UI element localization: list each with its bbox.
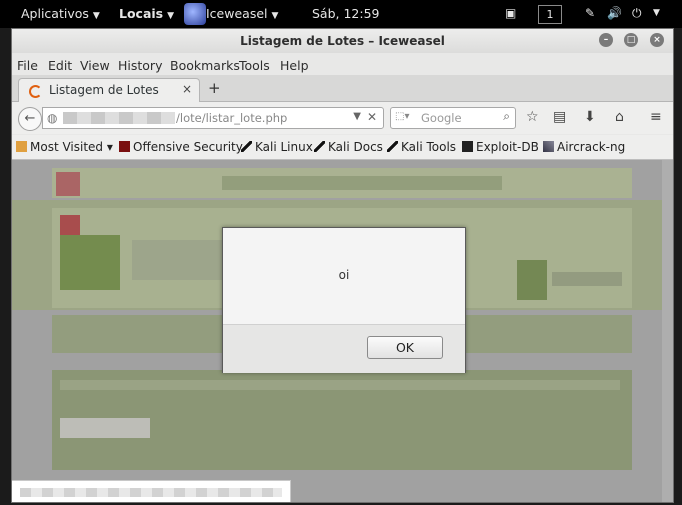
menu-history[interactable]: History <box>118 58 162 73</box>
new-tab-icon[interactable]: + <box>208 79 221 97</box>
chevron-down-icon: ▼ <box>271 11 279 21</box>
menu-file[interactable]: File <box>17 58 38 73</box>
applications-menu[interactable]: Aplicativos ▼ <box>21 6 100 21</box>
bookmark-offensive-security[interactable]: Offensive Security <box>119 140 243 154</box>
ok-button[interactable]: OK <box>367 336 443 359</box>
workspace-indicator[interactable]: 1 <box>538 5 562 24</box>
window-titlebar: Listagem de Lotes – Iceweasel – □ × <box>12 29 673 53</box>
search-bar[interactable]: ⬚▾ Google ⌕ <box>390 107 516 129</box>
applications-label: Aplicativos <box>21 6 89 21</box>
exploit-db-icon <box>462 141 473 152</box>
bookmark-label: Most Visited ▾ <box>30 140 113 154</box>
kali-dragon-icon <box>314 141 325 152</box>
status-bar <box>12 480 291 502</box>
menu-tools[interactable]: Tools <box>239 58 270 73</box>
active-app-menu[interactable]: Iceweasel ▼ <box>206 6 278 21</box>
active-app-label: Iceweasel <box>206 6 268 21</box>
stop-icon[interactable]: ✕ <box>367 110 377 124</box>
redacted-status-text <box>20 488 282 497</box>
kali-dragon-icon <box>387 141 398 152</box>
back-icon[interactable]: ← <box>18 107 42 131</box>
gnome-top-bar: Aplicativos ▼ Locais ▼ Iceweasel ▼ Sáb, 12:… <box>0 0 682 28</box>
iceweasel-app-icon <box>184 3 206 25</box>
tab-strip: Listagem de Lotes × + <box>12 75 673 102</box>
menu-edit[interactable]: Edit <box>48 58 72 73</box>
chevron-down-icon[interactable]: ▼ <box>653 8 660 18</box>
downloads-icon[interactable]: ⬇ <box>584 109 596 125</box>
bookmark-exploit-db[interactable]: Exploit-DB <box>462 140 539 154</box>
browser-window: Listagem de Lotes – Iceweasel – □ × File… <box>11 28 674 503</box>
home-icon[interactable]: ⌂ <box>615 109 624 125</box>
bookmark-label: Kali Docs <box>328 140 383 154</box>
bookmark-kali-tools[interactable]: Kali Tools <box>387 140 456 154</box>
hamburger-menu-icon[interactable]: ≡ <box>650 109 662 125</box>
close-icon[interactable]: × <box>650 33 664 47</box>
menu-bookmarks[interactable]: Bookmarks <box>170 58 240 73</box>
tab-title: Listagem de Lotes <box>49 83 159 97</box>
bookmarks-toolbar: Most Visited ▾ Offensive Security Kali L… <box>12 135 673 160</box>
volume-icon[interactable]: 🔊 <box>607 6 622 20</box>
search-engine-icon[interactable]: ⬚▾ <box>395 111 409 122</box>
redacted-host <box>63 112 175 124</box>
tab-close-icon[interactable]: × <box>182 82 192 96</box>
places-label: Locais <box>119 6 164 21</box>
camera-icon[interactable]: ▣ <box>505 6 516 20</box>
search-placeholder: Google <box>421 111 462 125</box>
alert-dialog: oi OK <box>222 227 466 373</box>
bookmark-label: Kali Linux <box>255 140 313 154</box>
search-icon[interactable]: ⌕ <box>503 109 510 124</box>
bookmark-star-icon[interactable]: ☆ <box>526 109 539 125</box>
window-title: Listagem de Lotes – Iceweasel <box>240 34 445 48</box>
chevron-down-icon: ▼ <box>92 11 100 21</box>
clock[interactable]: Sáb, 12:59 <box>312 6 380 21</box>
menu-view[interactable]: View <box>80 58 110 73</box>
page-content: oi OK <box>12 160 673 502</box>
chevron-down-icon: ▼ <box>167 11 175 21</box>
maximize-icon[interactable]: □ <box>624 33 638 47</box>
url-dropdown-icon[interactable]: ▼ <box>353 111 361 122</box>
url-text: /lote/listar_lote.php <box>176 111 288 125</box>
bookmark-most-visited[interactable]: Most Visited ▾ <box>16 140 113 154</box>
places-menu[interactable]: Locais ▼ <box>119 6 174 21</box>
kali-dragon-icon <box>241 141 252 152</box>
bookmark-kali-linux[interactable]: Kali Linux <box>241 140 313 154</box>
bookmark-aircrack-ng[interactable]: Aircrack-ng <box>543 140 625 154</box>
tab-listagem-de-lotes[interactable]: Listagem de Lotes × <box>18 78 200 102</box>
bookmark-label: Exploit-DB <box>476 140 539 154</box>
loading-spinner-icon <box>29 85 42 98</box>
offsec-icon <box>119 141 130 152</box>
network-icon[interactable]: ✎ <box>585 6 595 20</box>
aircrack-icon <box>543 141 554 152</box>
alert-button-row: OK <box>223 324 465 373</box>
minimize-icon[interactable]: – <box>599 33 613 47</box>
navigation-toolbar: ← ◍ /lote/listar_lote.php ▼ ✕ ⬚▾ Google … <box>12 102 673 134</box>
url-bar[interactable]: ◍ /lote/listar_lote.php ▼ ✕ <box>42 107 384 129</box>
power-icon[interactable]: ⏻ <box>632 6 642 21</box>
reading-list-icon[interactable]: ▤ <box>553 109 566 125</box>
bookmark-label: Aircrack-ng <box>557 140 626 154</box>
menu-help[interactable]: Help <box>280 58 309 73</box>
alert-message: oi <box>338 268 350 282</box>
bookmark-kali-docs[interactable]: Kali Docs <box>314 140 383 154</box>
globe-icon: ◍ <box>47 111 58 125</box>
bookmark-label: Kali Tools <box>401 140 457 154</box>
menu-bar: File Edit View History Bookmarks Tools H… <box>12 53 673 75</box>
folder-icon <box>16 141 27 152</box>
bookmark-label: Offensive Security <box>133 140 243 154</box>
